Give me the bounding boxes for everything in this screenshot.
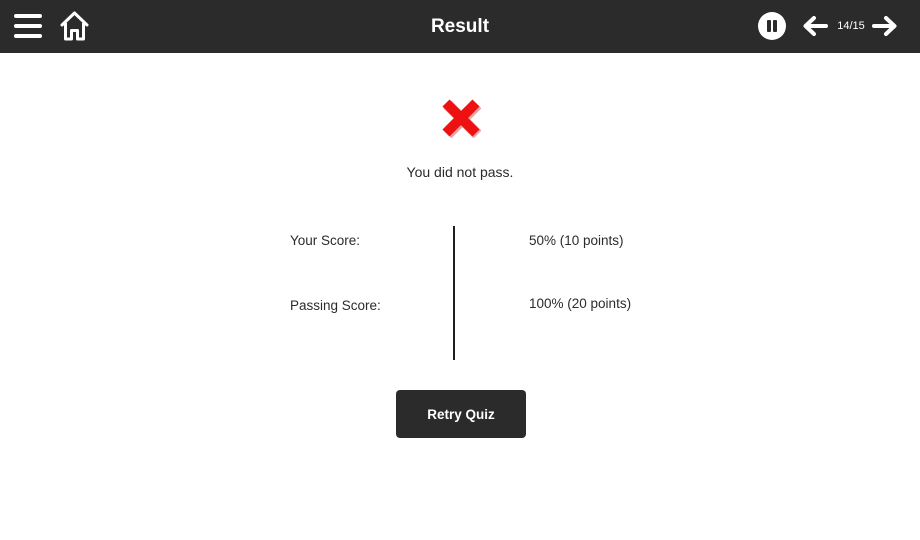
- menu-icon-bar: [14, 34, 42, 38]
- score-divider: [453, 226, 455, 360]
- home-button[interactable]: [59, 10, 90, 42]
- menu-icon-bar: [14, 24, 42, 28]
- page-counter: 14/15: [837, 20, 865, 32]
- arrow-left-icon: [803, 16, 828, 36]
- arrow-right-icon: [872, 16, 897, 36]
- result-message: You did not pass.: [406, 164, 514, 180]
- your-score-value: 50% (10 points): [529, 233, 624, 248]
- passing-score-label: Passing Score:: [290, 298, 381, 313]
- menu-icon-bar: [14, 14, 42, 18]
- pause-button[interactable]: [758, 12, 786, 40]
- fail-x-icon: [440, 97, 482, 139]
- next-button[interactable]: [872, 15, 898, 37]
- your-score-label: Your Score:: [290, 233, 361, 248]
- menu-button[interactable]: [14, 12, 44, 40]
- retry-quiz-button[interactable]: Retry Quiz: [396, 390, 526, 438]
- previous-button[interactable]: [802, 15, 828, 37]
- home-icon: [60, 11, 89, 41]
- passing-score-value: 100% (20 points): [529, 296, 632, 311]
- top-bar: Result 14/15: [0, 0, 920, 53]
